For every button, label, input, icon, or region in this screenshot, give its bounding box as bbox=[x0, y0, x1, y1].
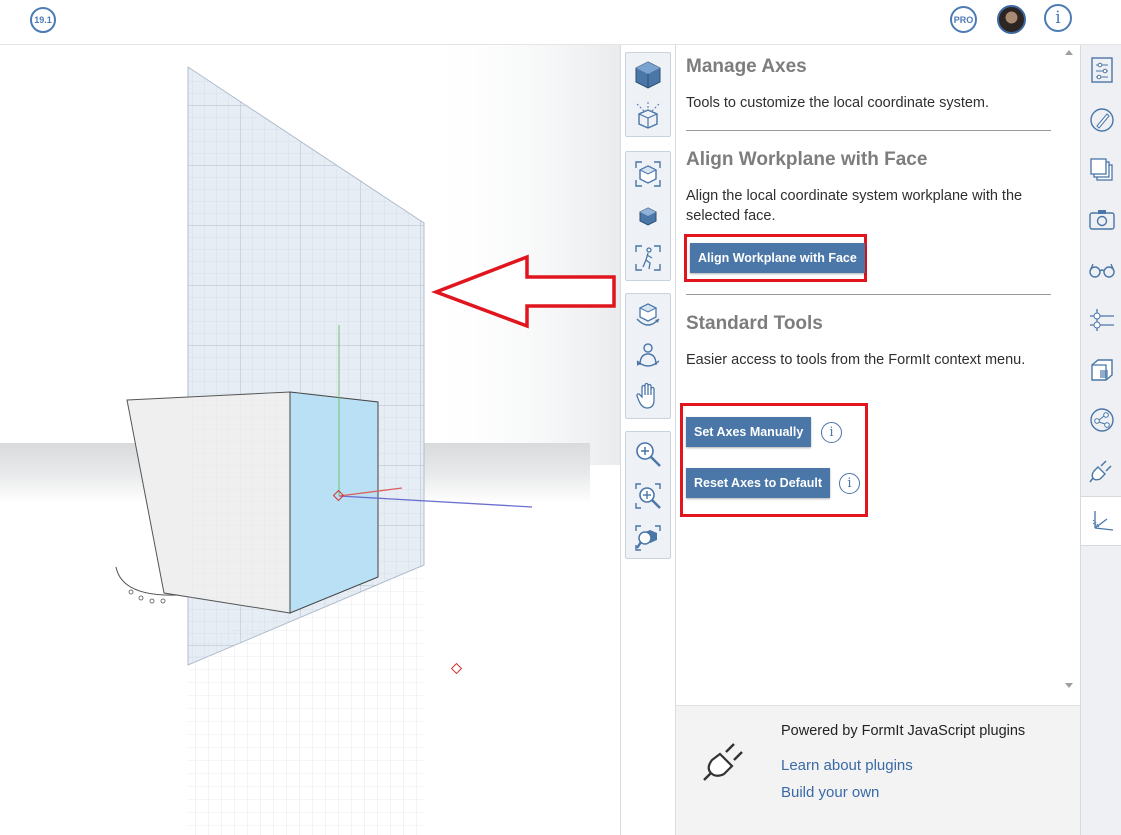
info-icon[interactable]: i bbox=[839, 473, 860, 494]
axes-view-icon bbox=[636, 102, 660, 129]
reset-axes-button[interactable]: Reset Axes to Default bbox=[686, 468, 831, 498]
section-title-align-workplane: Align Workplane with Face bbox=[686, 149, 928, 170]
pan-button[interactable] bbox=[626, 376, 670, 416]
sidebar-item-share[interactable] bbox=[1081, 395, 1121, 445]
info-icon[interactable]: i bbox=[1044, 4, 1072, 32]
look-around-icon bbox=[636, 343, 660, 367]
set-axes-manually-button[interactable]: Set Axes Manually bbox=[686, 417, 812, 447]
view-cube-button[interactable] bbox=[626, 55, 670, 95]
zoom-fit-button[interactable] bbox=[626, 518, 670, 558]
layers-icon bbox=[1089, 158, 1113, 181]
sidebar-item-layers[interactable] bbox=[1081, 145, 1121, 195]
section-title-manage-axes: Manage Axes bbox=[686, 56, 807, 77]
walk-view-icon bbox=[635, 245, 661, 271]
section-desc-manage-axes: Tools to customize the local coordinate … bbox=[686, 95, 990, 111]
learn-about-plugins-link[interactable]: Learn about plugins bbox=[781, 757, 913, 774]
plugin-footer: Powered by FormIt JavaScript plugins Lea… bbox=[676, 705, 1080, 835]
sidebar-item-manage-axes[interactable] bbox=[1081, 496, 1121, 546]
section-title-standard-tools: Standard Tools bbox=[686, 313, 823, 334]
sidebar-item-levels[interactable] bbox=[1081, 295, 1121, 345]
section-desc-align-workplane: Align the local coordinate system workpl… bbox=[686, 188, 1023, 224]
scroll-up-arrow-icon[interactable] bbox=[1065, 50, 1073, 55]
align-workplane-button[interactable]: Align Workplane with Face bbox=[690, 243, 865, 273]
visual-style-icon bbox=[1088, 263, 1115, 278]
perspective-view-button[interactable] bbox=[626, 154, 670, 194]
zoom-button[interactable] bbox=[626, 434, 670, 474]
zoom-group bbox=[625, 431, 671, 559]
manage-axes-icon bbox=[1092, 511, 1113, 531]
divider bbox=[686, 294, 1051, 295]
build-your-own-link[interactable]: Build your own bbox=[781, 784, 879, 801]
info-icon[interactable]: i bbox=[821, 422, 842, 443]
sidebar-item-groups[interactable] bbox=[1081, 345, 1121, 395]
pro-badge[interactable]: PRO bbox=[950, 6, 977, 33]
shaded-view-icon bbox=[639, 207, 657, 226]
powered-by-text: Powered by FormIt JavaScript plugins bbox=[781, 723, 1026, 739]
sidebar-item-scenes[interactable] bbox=[1081, 195, 1121, 245]
properties-icon bbox=[1090, 57, 1113, 83]
sidebar-item-materials[interactable] bbox=[1081, 95, 1121, 145]
sidebar-item-properties[interactable] bbox=[1081, 45, 1121, 95]
view-toolstrip bbox=[620, 45, 676, 835]
zoom-region-icon bbox=[635, 483, 661, 509]
levels-icon bbox=[1089, 309, 1114, 331]
zoom-region-button[interactable] bbox=[626, 476, 670, 516]
walk-view-button[interactable] bbox=[626, 238, 670, 278]
materials-icon bbox=[1089, 108, 1114, 132]
view-cube-icon bbox=[635, 61, 661, 89]
plug-icon bbox=[703, 743, 743, 781]
orbit-icon bbox=[636, 303, 660, 326]
scroll-down-arrow-icon[interactable] bbox=[1065, 683, 1073, 688]
panel-scrollbar[interactable] bbox=[1060, 45, 1080, 705]
orbit-button[interactable] bbox=[626, 296, 670, 336]
right-sidebar bbox=[1080, 45, 1121, 835]
formit-app: 19.1 PRO i Manage Axes Tools to customiz… bbox=[0, 0, 1121, 835]
divider bbox=[686, 130, 1051, 131]
display-group bbox=[625, 151, 671, 281]
axes-view-button[interactable] bbox=[626, 95, 670, 135]
manage-axes-panel: Manage Axes Tools to customize the local… bbox=[676, 45, 1080, 705]
navigate-group bbox=[625, 293, 671, 419]
groups-icon bbox=[1090, 359, 1113, 381]
section-desc-standard-tools: Easier access to tools from the FormIt c… bbox=[686, 352, 1026, 368]
perspective-view-icon bbox=[635, 161, 661, 187]
look-around-button[interactable] bbox=[626, 336, 670, 376]
pan-hand-icon bbox=[636, 382, 655, 409]
shaded-view-button[interactable] bbox=[626, 196, 670, 236]
avatar[interactable] bbox=[997, 5, 1026, 34]
viewport-canvas[interactable] bbox=[0, 45, 620, 835]
zoom-fit-icon bbox=[635, 525, 661, 551]
version-badge[interactable]: 19.1 bbox=[30, 7, 56, 33]
share-icon bbox=[1089, 408, 1114, 432]
3d-viewport[interactable] bbox=[0, 45, 620, 835]
top-bar: 19.1 PRO i bbox=[0, 0, 1121, 45]
scenes-icon bbox=[1088, 210, 1115, 230]
sidebar-item-plugin-manager[interactable] bbox=[1081, 445, 1121, 495]
view-group bbox=[625, 52, 671, 137]
plugin-manager-icon bbox=[1088, 460, 1112, 483]
zoom-icon bbox=[636, 442, 661, 467]
sidebar-item-visual-styles[interactable] bbox=[1081, 245, 1121, 295]
